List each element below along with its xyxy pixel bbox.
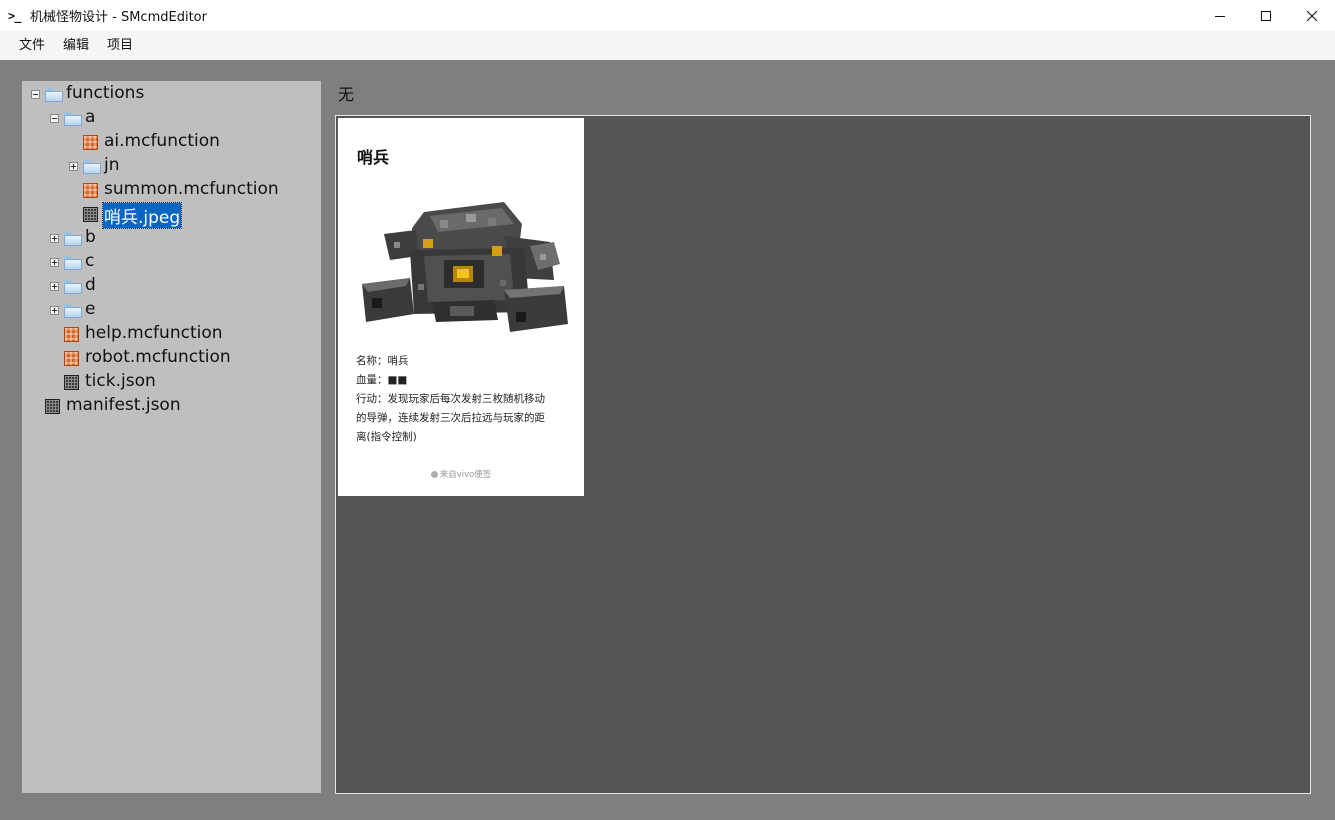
maximize-button[interactable]: [1243, 0, 1289, 31]
preview-image: 哨兵 名称：哨兵 血量：■■ 行动：发现玩家后每次发射三枚随机移动 的导弹，连续…: [338, 118, 584, 496]
card-action-line: 的导弹，连续发射三次后拉远与玩家的距: [356, 412, 545, 424]
tree-node-help-mcfunction[interactable]: help.mcfunction: [22, 322, 321, 346]
tree-node-label: ai.mcfunction: [104, 131, 220, 151]
json-file-icon: [64, 375, 79, 390]
expand-icon[interactable]: [50, 282, 59, 291]
tree-node-summon-mcfunction[interactable]: summon.mcfunction: [22, 178, 321, 202]
image-preview-area: 哨兵 名称：哨兵 血量：■■ 行动：发现玩家后每次发射三枚随机移动 的导弹，连续…: [335, 115, 1311, 794]
folder-icon: [64, 304, 82, 318]
window-controls: [1197, 0, 1335, 31]
tree-node-label: help.mcfunction: [85, 323, 223, 343]
close-icon: [1306, 10, 1318, 21]
tree-node-ai-mcfunction[interactable]: ai.mcfunction: [22, 130, 321, 154]
title-bar: >_ 机械怪物设计 - SMcmdEditor: [0, 0, 1335, 31]
tree-node-label: d: [85, 275, 96, 295]
tree-node-manifest-json[interactable]: manifest.json: [22, 394, 321, 418]
tree-node-sentinel-jpeg[interactable]: 哨兵.jpeg: [22, 202, 321, 229]
tree-node-label: b: [85, 227, 96, 247]
card-footer: 来自vivo便签: [338, 468, 584, 480]
expand-icon[interactable]: [50, 306, 59, 315]
menu-file[interactable]: 文件: [10, 31, 54, 60]
file-status-label: 无: [338, 85, 355, 104]
card-hp-line: 血量：■■: [356, 374, 408, 386]
tree-node-jn[interactable]: jn: [22, 154, 321, 178]
folder-icon: [64, 256, 82, 270]
tree-node-label: manifest.json: [66, 395, 181, 415]
tree-node-label: c: [85, 251, 95, 271]
tree-node-a[interactable]: a: [22, 106, 321, 130]
tree-node-label: jn: [104, 155, 120, 175]
tree-node-b[interactable]: b: [22, 226, 321, 250]
menu-bar: 文件 编辑 项目: [0, 31, 1335, 60]
card-footer-text: 来自vivo便签: [439, 470, 492, 480]
json-file-icon: [45, 399, 60, 414]
tree-node-label-selected: 哨兵.jpeg: [101, 202, 183, 229]
minimize-icon: [1215, 15, 1225, 17]
image-file-icon: [83, 207, 98, 222]
sentinel-robot-illustration: [362, 202, 568, 332]
collapse-icon[interactable]: [50, 114, 59, 123]
folder-open-icon: [64, 112, 82, 126]
folder-icon: [64, 280, 82, 294]
vivo-note-icon: [430, 471, 438, 478]
tree-node-tick-json[interactable]: tick.json: [22, 370, 321, 394]
terminal-app-icon: >_: [8, 8, 21, 23]
menu-project[interactable]: 项目: [98, 31, 142, 60]
folder-icon: [83, 160, 101, 174]
tree-node-label: functions: [66, 83, 145, 103]
card-action-line: 离(指令控制): [356, 431, 417, 443]
maximize-icon: [1261, 10, 1271, 21]
mcfunction-file-icon: [83, 183, 98, 198]
folder-open-icon: [45, 88, 63, 102]
mcfunction-file-icon: [64, 351, 79, 366]
card-title: 哨兵: [357, 148, 390, 167]
tree-node-label: robot.mcfunction: [85, 347, 231, 367]
tree-node-c[interactable]: c: [22, 250, 321, 274]
tree-node-label: a: [85, 107, 96, 127]
tree-node-robot-mcfunction[interactable]: robot.mcfunction: [22, 346, 321, 370]
expand-icon[interactable]: [50, 258, 59, 267]
folder-icon: [64, 232, 82, 246]
mcfunction-file-icon: [83, 135, 98, 150]
minimize-button[interactable]: [1197, 0, 1243, 31]
window-title: 机械怪物设计 - SMcmdEditor: [30, 10, 207, 25]
tree-node-label: tick.json: [85, 371, 156, 391]
tree-node-label: summon.mcfunction: [104, 179, 279, 199]
close-button[interactable]: [1289, 0, 1335, 31]
mcfunction-file-icon: [64, 327, 79, 342]
menu-edit[interactable]: 编辑: [54, 31, 98, 60]
tree-node-label: e: [85, 299, 96, 319]
file-tree[interactable]: functions a ai.mcfunction jn summon.mcfu…: [22, 81, 321, 793]
tree-node-d[interactable]: d: [22, 274, 321, 298]
expand-icon[interactable]: [50, 234, 59, 243]
tree-node-e[interactable]: e: [22, 298, 321, 322]
collapse-icon[interactable]: [31, 90, 40, 99]
expand-icon[interactable]: [69, 162, 78, 171]
tree-node-functions[interactable]: functions: [22, 82, 321, 106]
card-name-line: 名称：哨兵: [356, 355, 409, 367]
card-action-line: 行动：发现玩家后每次发射三枚随机移动: [356, 393, 545, 405]
